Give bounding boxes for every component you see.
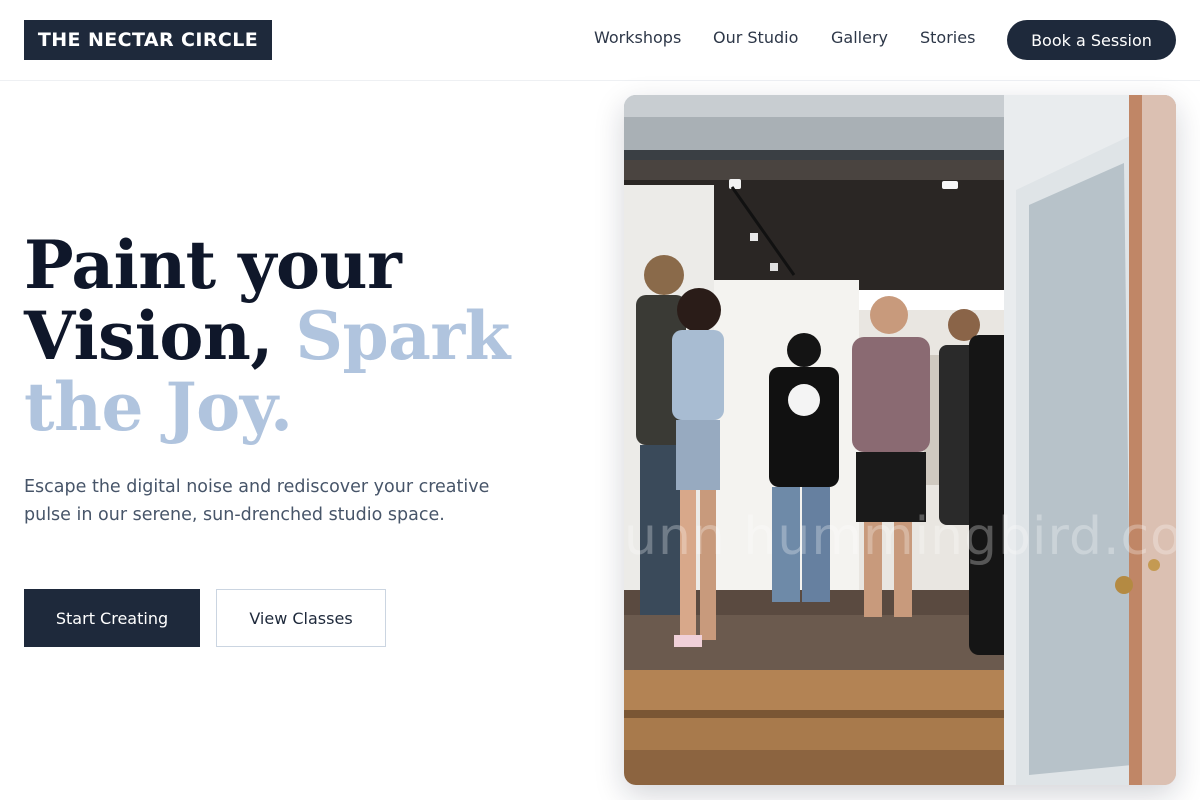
nav-item-our-studio[interactable]: Our Studio xyxy=(713,28,798,47)
hero-headline: Paint your Vision, Spark the Joy. xyxy=(24,230,604,443)
start-creating-button[interactable]: Start Creating xyxy=(24,589,200,647)
view-classes-button[interactable]: View Classes xyxy=(216,589,386,647)
nav-item-stories[interactable]: Stories xyxy=(920,28,975,47)
brand-logo[interactable]: THE NECTAR CIRCLE xyxy=(24,20,272,60)
studio-scene-illustration xyxy=(624,95,1176,785)
nav-item-gallery[interactable]: Gallery xyxy=(831,28,888,47)
book-session-button[interactable]: Book a Session xyxy=(1007,20,1176,60)
hero-subtext: Escape the digital noise and rediscover … xyxy=(24,477,490,525)
nav-item-workshops[interactable]: Workshops xyxy=(594,28,681,47)
hero-photo: unn hummingbird.cor xyxy=(624,95,1176,785)
photo-watermark: unn hummingbird.cor xyxy=(624,507,1176,567)
site-header: THE NECTAR CIRCLE Workshops Our Studio G… xyxy=(0,0,1200,81)
